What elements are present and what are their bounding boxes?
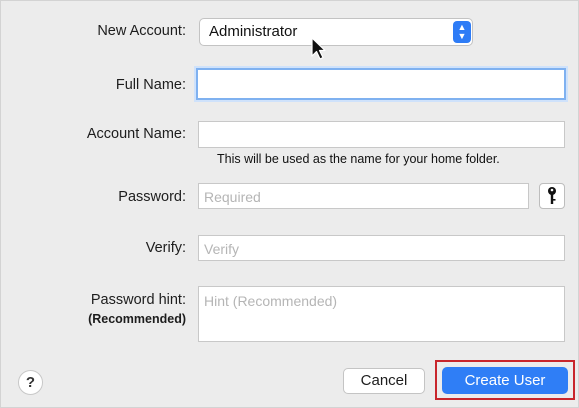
- mouse-cursor-icon: [311, 37, 326, 60]
- create-user-button[interactable]: Create User: [442, 367, 568, 394]
- full-name-label: Full Name:: [115, 77, 186, 93]
- new-account-label: New Account:: [97, 23, 186, 39]
- password-hint-sublabel: (Recommended): [88, 312, 186, 326]
- verify-field[interactable]: Verify: [198, 235, 565, 261]
- password-assistant-button[interactable]: [539, 183, 565, 209]
- account-type-value: Administrator: [209, 23, 298, 40]
- key-icon: [548, 187, 556, 204]
- new-account-dialog: New Account: Administrator ▲ ▼ Full Name:…: [0, 0, 579, 408]
- cancel-button[interactable]: Cancel: [343, 368, 425, 394]
- password-hint-label: Password hint:: [90, 292, 186, 308]
- account-type-popup[interactable]: Administrator ▲ ▼: [199, 18, 473, 46]
- account-name-note: This will be used as the name for your h…: [217, 152, 500, 166]
- verify-label: Verify:: [145, 240, 186, 256]
- account-name-field[interactable]: [198, 121, 565, 148]
- help-icon[interactable]: ?: [18, 370, 43, 395]
- password-label: Password:: [118, 189, 186, 205]
- password-hint-field[interactable]: Hint (Recommended): [198, 286, 565, 342]
- password-field[interactable]: Required: [198, 183, 529, 209]
- chevron-updown-icon: ▲ ▼: [453, 21, 471, 43]
- full-name-field[interactable]: [196, 68, 566, 100]
- account-name-label: Account Name:: [86, 126, 186, 142]
